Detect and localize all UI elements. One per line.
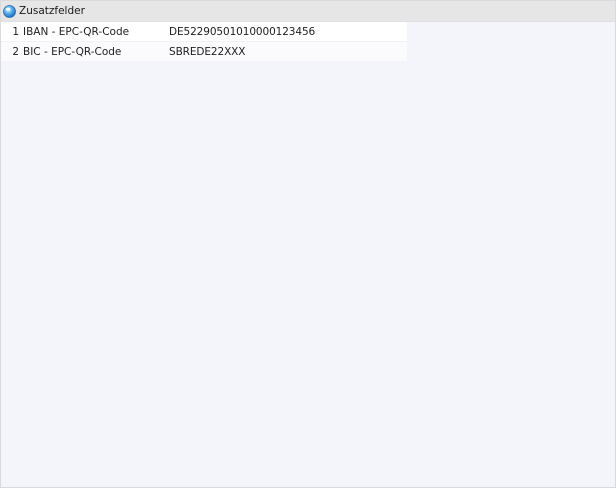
globe-icon: [3, 4, 16, 18]
field-index: 1: [12, 25, 19, 38]
field-index: 2: [12, 45, 19, 58]
field-row[interactable]: 1 IBAN - EPC-QR-Code DE52290501010000123…: [1, 22, 407, 41]
panel-header[interactable]: Zusatzfelder: [1, 1, 615, 22]
fields-list: 1 IBAN - EPC-QR-Code DE52290501010000123…: [1, 22, 407, 61]
field-row[interactable]: 2 BIC - EPC-QR-Code SBREDE22XXX: [1, 41, 407, 61]
field-value: SBREDE22XXX: [169, 45, 246, 58]
field-label: IBAN - EPC-QR-Code: [23, 25, 130, 38]
field-label: BIC - EPC-QR-Code: [23, 45, 122, 58]
panel-title: Zusatzfelder: [19, 5, 85, 17]
additional-fields-panel: Zusatzfelder 1 IBAN - EPC-QR-Code DE5229…: [0, 0, 616, 488]
field-value: DE52290501010000123456: [169, 25, 316, 38]
